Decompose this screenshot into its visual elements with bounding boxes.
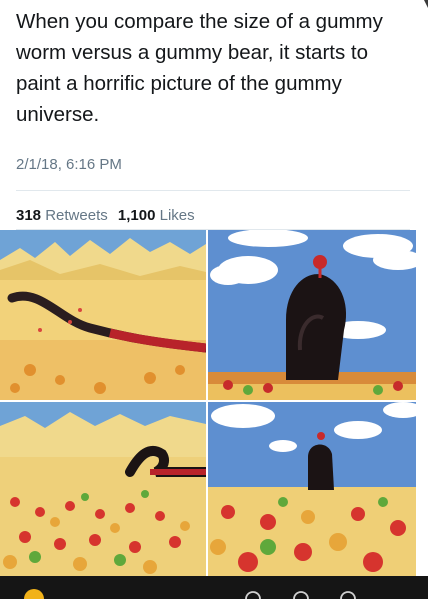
tweet-text: When you compare the size of a gummy wor… <box>16 10 383 126</box>
edge-marker-icon <box>424 0 428 8</box>
retweet-icon[interactable] <box>291 580 311 599</box>
more-icon[interactable] <box>338 580 358 599</box>
media-image-2[interactable] <box>208 230 416 400</box>
avatar-icon[interactable] <box>22 580 46 599</box>
media-image-3[interactable] <box>0 402 206 576</box>
bottom-bar <box>0 576 428 599</box>
media-image-4[interactable] <box>208 402 416 576</box>
media-image-1[interactable] <box>0 230 206 400</box>
tweet-stats: 318 Retweets 1,100 Likes <box>16 207 195 224</box>
retweets-label[interactable]: Retweets <box>45 207 108 224</box>
retweets-count[interactable]: 318 <box>16 207 41 224</box>
likes-label[interactable]: Likes <box>160 207 195 224</box>
media-grid <box>0 230 428 576</box>
likes-count[interactable]: 1,100 <box>118 207 156 224</box>
tweet-timestamp[interactable]: 2/1/18, 6:16 PM <box>16 156 122 173</box>
reply-icon[interactable] <box>243 580 263 599</box>
divider <box>16 190 410 191</box>
